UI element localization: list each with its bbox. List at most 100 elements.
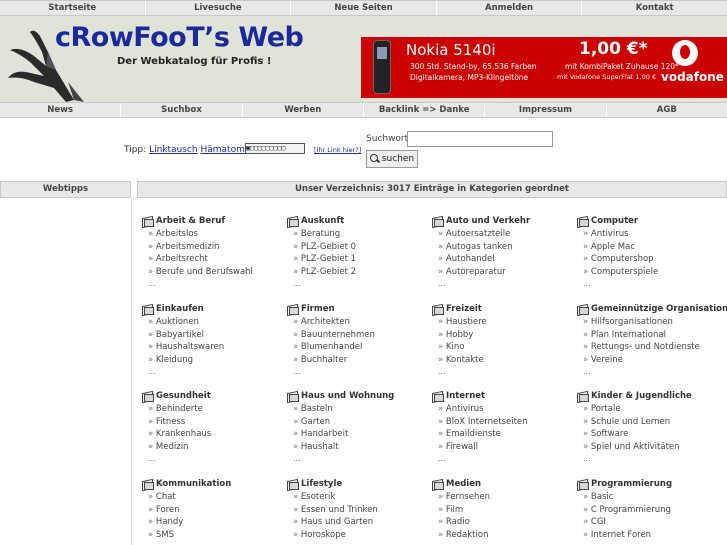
more-link[interactable]: ... [142, 366, 287, 378]
category-title[interactable]: Haus und Wohnung [301, 391, 394, 401]
more-link[interactable]: ... [287, 278, 432, 290]
subcategory-link[interactable]: Babyartikel [142, 329, 287, 342]
subcategory-link[interactable]: Vereine [577, 354, 722, 367]
subcategory-link[interactable]: Horoskope [287, 529, 432, 542]
subcategory-link[interactable]: Buchhalter [287, 354, 432, 367]
subcategory-link[interactable]: Haustiere [432, 316, 577, 329]
subcategory-link[interactable]: Haushaltswaren [142, 341, 287, 354]
subcategory-link[interactable]: Film [432, 504, 577, 517]
subcategory-link[interactable]: Basteln [287, 403, 432, 416]
subcategory-link[interactable]: Autoreparatur [432, 266, 577, 279]
subcategory-link[interactable]: Autogas tanken [432, 241, 577, 254]
subcategory-link[interactable]: Kleidung [142, 354, 287, 367]
subcategory-link[interactable]: Behinderte [142, 403, 287, 416]
category-title[interactable]: Kinder & Jugendliche [591, 391, 692, 401]
nav-kontakt[interactable]: Kontakt [582, 1, 727, 15]
category-title[interactable]: Medien [446, 479, 481, 489]
subcategory-link[interactable]: Arbeitslos [142, 228, 287, 241]
more-link[interactable]: ... [577, 366, 722, 378]
nav-impressum[interactable]: Impressum [485, 103, 607, 117]
category-title[interactable]: Computer [591, 216, 638, 226]
subcategory-link[interactable]: Essen und Trinken [287, 504, 432, 517]
tip-help-link[interactable]: [Ihr Link hier?] [314, 146, 361, 154]
category-header[interactable]: Programmierung [577, 478, 722, 490]
category-title[interactable]: Gemeinnützige Organisationen [591, 304, 727, 314]
subcategory-link[interactable]: Autoersatzteile [432, 228, 577, 241]
category-title[interactable]: Auskunft [301, 216, 344, 226]
subcategory-link[interactable]: Foren [142, 504, 287, 517]
nav-anmelden[interactable]: Anmelden [437, 1, 583, 15]
category-header[interactable]: Lifestyle [287, 478, 432, 490]
subcategory-link[interactable]: Arbeitsmedizin [142, 241, 287, 254]
subcategory-link[interactable]: Kino [432, 341, 577, 354]
subcategory-link[interactable]: Fitness [142, 416, 287, 429]
more-link[interactable]: ... [577, 453, 722, 465]
nav-agb[interactable]: AGB [607, 103, 727, 117]
nav-startseite[interactable]: Startseite [0, 1, 146, 15]
subcategory-link[interactable]: Hobby [432, 329, 577, 342]
subcategory-link[interactable]: Plan International [577, 329, 722, 342]
tip-link-linktausch[interactable]: Linktausch [149, 145, 198, 155]
more-link[interactable]: ... [287, 453, 432, 465]
category-title[interactable]: Auto und Verkehr [446, 216, 530, 226]
subcategory-link[interactable]: Handy [142, 516, 287, 529]
more-link[interactable]: ... [287, 366, 432, 378]
subcategory-link[interactable]: Krankenhaus [142, 428, 287, 441]
subcategory-link[interactable]: Hilfsorganisationen [577, 316, 722, 329]
category-header[interactable]: Einkaufen [142, 303, 287, 315]
subcategory-link[interactable]: Software [577, 428, 722, 441]
category-header[interactable]: Gesundheit [142, 390, 287, 402]
subcategory-link[interactable]: Spiel und Aktivitäten [577, 441, 722, 454]
subcategory-link[interactable]: Garten [287, 416, 432, 429]
subcategory-link[interactable]: Computershop [577, 253, 722, 266]
subcategory-link[interactable]: PLZ-Gebiet 1 [287, 253, 432, 266]
category-header[interactable]: Arbeit & Beruf [142, 215, 287, 227]
subcategory-link[interactable]: Internet Foren [577, 529, 722, 542]
subcategory-link[interactable]: PLZ-Gebiet 0 [287, 241, 432, 254]
nav-livesuche[interactable]: Livesuche [146, 1, 292, 15]
subcategory-link[interactable]: Blumenhandel [287, 341, 432, 354]
subcategory-link[interactable]: Haus und Garten [287, 516, 432, 529]
category-title[interactable]: Freizeit [446, 304, 482, 314]
category-header[interactable]: Kinder & Jugendliche [577, 390, 722, 402]
subcategory-link[interactable]: Architekten [287, 316, 432, 329]
category-title[interactable]: Kommunikation [156, 479, 231, 489]
subcategory-link[interactable]: Auktionen [142, 316, 287, 329]
category-title[interactable]: Firmen [301, 304, 335, 314]
subcategory-link[interactable]: BloX Internetseiten [432, 416, 577, 429]
category-header[interactable]: Auto und Verkehr [432, 215, 577, 227]
subcategory-link[interactable]: Haushalt [287, 441, 432, 454]
more-link[interactable]: ... [432, 278, 577, 290]
subcategory-link[interactable]: Arbeitsrecht [142, 253, 287, 266]
more-link[interactable]: ... [432, 366, 577, 378]
subcategory-link[interactable]: Berufe und Berufswahl [142, 266, 287, 279]
subcategory-link[interactable]: Apple Mac [577, 241, 722, 254]
category-header[interactable]: Internet [432, 390, 577, 402]
subcategory-link[interactable]: SMS [142, 529, 287, 542]
subcategory-link[interactable]: Beratung [287, 228, 432, 241]
subcategory-link[interactable]: Handarbeit [287, 428, 432, 441]
category-title[interactable]: Einkaufen [156, 304, 204, 314]
category-header[interactable]: Freizeit [432, 303, 577, 315]
nav-suchbox[interactable]: Suchbox [121, 103, 243, 117]
subcategory-link[interactable]: Antivirus [432, 403, 577, 416]
category-header[interactable]: Computer [577, 215, 722, 227]
more-link[interactable]: ... [142, 453, 287, 465]
category-header[interactable]: Kommunikation [142, 478, 287, 490]
search-input[interactable] [407, 131, 553, 147]
subcategory-link[interactable]: C Programmierung [577, 504, 722, 517]
subcategory-link[interactable]: Autohandel [432, 253, 577, 266]
subcategory-link[interactable]: CGI [577, 516, 722, 529]
subcategory-link[interactable]: Radio [432, 516, 577, 529]
category-header[interactable]: Gemeinnützige Organisationen [577, 303, 727, 315]
category-header[interactable]: Medien [432, 478, 577, 490]
subcategory-link[interactable]: Bauunternehmen [287, 329, 432, 342]
category-title[interactable]: Programmierung [591, 479, 672, 489]
subcategory-link[interactable]: Chat [142, 491, 287, 504]
subcategory-link[interactable]: Esoterik [287, 491, 432, 504]
more-link[interactable]: ... [577, 278, 722, 290]
subcategory-link[interactable]: Portale [577, 403, 722, 416]
category-header[interactable]: Auskunft [287, 215, 432, 227]
category-title[interactable]: Arbeit & Beruf [156, 216, 225, 226]
subcategory-link[interactable]: Computerspiele [577, 266, 722, 279]
